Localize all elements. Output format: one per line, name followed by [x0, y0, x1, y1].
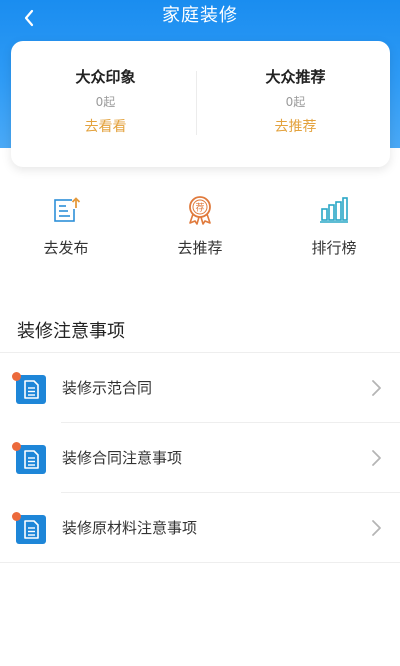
recommend-count: 0起	[285, 95, 306, 109]
unread-dot	[12, 442, 21, 451]
document-icon	[16, 375, 46, 404]
recommend-panel: 大众推荐 0起 去推荐	[201, 41, 390, 167]
list-item-label: 装修原材料注意事项	[62, 519, 198, 537]
view-link[interactable]: 去看看	[11, 116, 200, 136]
ranking-label: 排行榜	[311, 239, 357, 257]
section-title: 装修注意事项	[17, 321, 125, 342]
impression-count: 0起	[95, 95, 116, 109]
navbar: 家庭装修	[0, 0, 400, 36]
recommend-label: 去推荐	[177, 239, 223, 257]
publish-icon	[54, 197, 81, 222]
document-icon	[16, 515, 46, 544]
unread-dot	[12, 372, 21, 381]
publish-label: 去发布	[43, 239, 89, 257]
impression-title: 大众印象	[75, 68, 136, 86]
list-item[interactable]: 装修示范合同	[0, 353, 400, 423]
ranking-chart-icon	[320, 197, 348, 223]
list-item-label: 装修合同注意事项	[62, 449, 183, 467]
card-divider	[196, 71, 197, 135]
svg-text:荐: 荐	[195, 203, 204, 214]
quick-action-publish[interactable]: 去发布	[6, 195, 126, 258]
unread-dot	[12, 512, 21, 521]
document-icon	[16, 445, 46, 474]
page-title: 家庭装修	[162, 5, 238, 26]
chevron-right-icon	[372, 520, 381, 536]
quick-action-recommend[interactable]: 荐 去推荐	[140, 195, 260, 258]
impression-panel: 大众印象 0起 去看看	[11, 41, 200, 167]
list-item-label: 装修示范合同	[62, 379, 153, 397]
recommend-badge-icon: 荐	[189, 196, 211, 225]
summary-card: 大众印象 0起 去看看 大众推荐 0起 去推荐	[11, 41, 390, 167]
row-divider	[0, 562, 400, 563]
recommend-link[interactable]: 去推荐	[201, 116, 390, 136]
quick-action-ranking[interactable]: 排行榜	[274, 195, 394, 258]
list-item[interactable]: 装修合同注意事项	[0, 423, 400, 493]
chevron-right-icon	[372, 380, 381, 396]
recommend-title: 大众推荐	[265, 68, 326, 86]
notes-list: 装修示范合同 装修合同注意事项 装修原材料注意事项	[0, 352, 400, 563]
chevron-right-icon	[372, 450, 381, 466]
list-item[interactable]: 装修原材料注意事项	[0, 493, 400, 563]
